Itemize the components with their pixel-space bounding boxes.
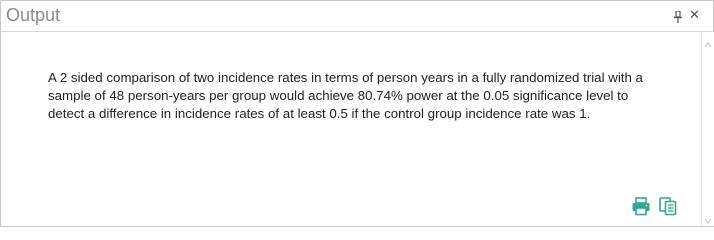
panel-title: Output — [6, 5, 61, 25]
output-content: A 2 sided comparison of two incidence ra… — [1, 32, 701, 226]
vertical-scrollbar[interactable] — [701, 32, 714, 226]
close-icon[interactable]: ✕ — [689, 7, 700, 23]
scroll-down-icon[interactable] — [704, 212, 712, 224]
scroll-up-icon[interactable] — [704, 36, 712, 48]
copy-icon[interactable] — [658, 196, 678, 216]
print-icon[interactable] — [631, 196, 651, 216]
output-panel: Output ✕ A 2 sided comparison of two inc… — [0, 0, 714, 227]
output-text: A 2 sided comparison of two incidence ra… — [48, 70, 643, 121]
pin-icon[interactable] — [673, 10, 683, 23]
output-panel-titlebar: Output ✕ — [1, 1, 713, 32]
